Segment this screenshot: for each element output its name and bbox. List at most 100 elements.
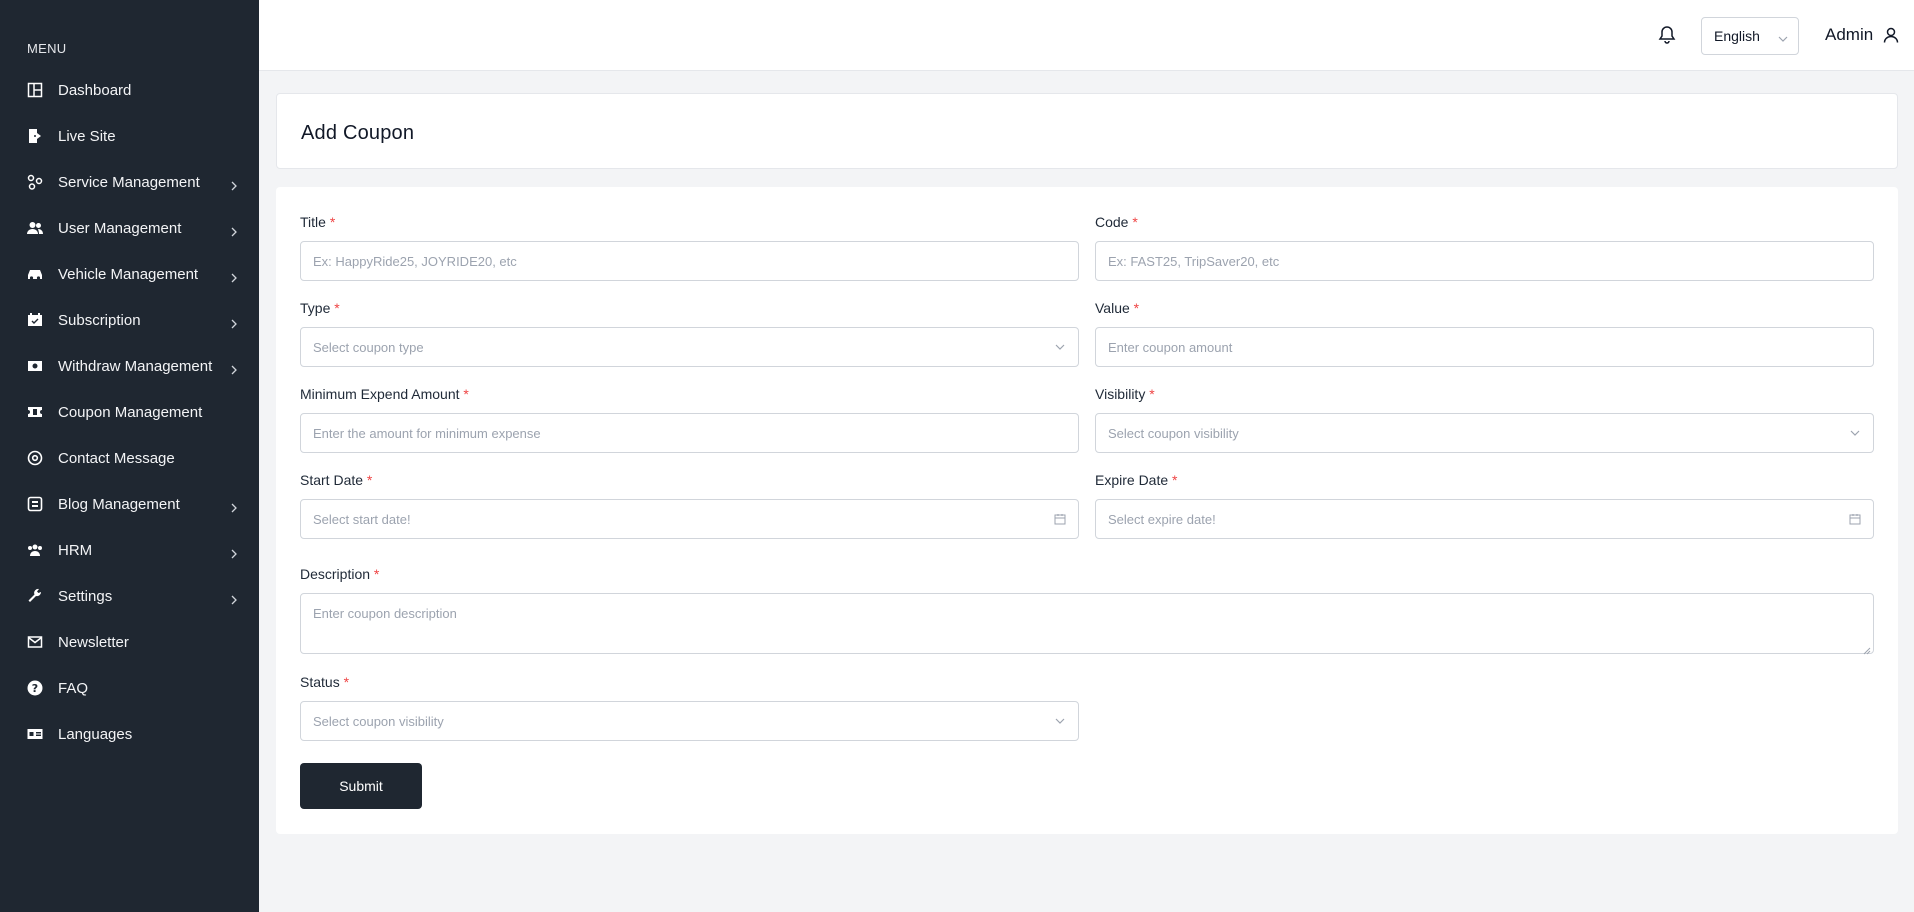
- chevron-right-icon: [229, 500, 239, 513]
- value-label: Value *: [1095, 300, 1140, 316]
- sidebar-item-coupon-management[interactable]: Coupon Management: [0, 389, 259, 435]
- sidebar-item-languages[interactable]: Languages: [0, 711, 259, 757]
- value-field: Value * Enter coupon amount: [1095, 300, 1874, 367]
- blog-icon: [27, 496, 43, 512]
- sidebar-item-label: Languages: [58, 725, 133, 743]
- expire-date-label: Expire Date *: [1095, 472, 1178, 488]
- sidebar-item-hrm[interactable]: HRM: [0, 527, 259, 573]
- sidebar-item-label: Vehicle Management: [58, 265, 199, 283]
- type-field: Type * Select coupon type: [300, 300, 1079, 367]
- user-icon[interactable]: [1883, 27, 1899, 43]
- code-label: Code *: [1095, 214, 1138, 230]
- expire-date-input[interactable]: Select expire date!: [1095, 499, 1874, 539]
- sidebar-item-faq[interactable]: ? FAQ: [0, 665, 259, 711]
- sidebar-item-service-management[interactable]: Service Management: [0, 159, 259, 205]
- sidebar-item-label: Settings: [58, 587, 113, 605]
- sidebar-item-withdraw-management[interactable]: Withdraw Management: [0, 343, 259, 389]
- chevron-down-icon: [1778, 31, 1788, 42]
- type-select[interactable]: Select coupon type: [300, 327, 1079, 367]
- description-field: Description * Enter coupon description: [300, 566, 1874, 655]
- external-door-icon: [27, 128, 43, 144]
- chevron-down-icon: [1849, 427, 1861, 439]
- calendar-icon[interactable]: [1054, 513, 1066, 525]
- sidebar-item-live-site[interactable]: Live Site: [0, 113, 259, 159]
- sidebar: MENU Dashboard Live Site Service Managem…: [0, 0, 259, 912]
- sidebar-item-label: User Management: [58, 219, 182, 237]
- description-label: Description *: [300, 566, 380, 582]
- bell-icon[interactable]: [1658, 25, 1676, 45]
- sidebar-item-user-management[interactable]: User Management: [0, 205, 259, 251]
- chevron-right-icon: [229, 592, 239, 605]
- chevron-right-icon: [229, 178, 239, 191]
- chevron-right-icon: [229, 546, 239, 559]
- sidebar-item-newsletter[interactable]: Newsletter: [0, 619, 259, 665]
- chevron-right-icon: [229, 224, 239, 237]
- language-icon: [27, 726, 43, 742]
- start-date-field: Start Date * Select start date!: [300, 472, 1079, 539]
- mail-icon: [27, 634, 43, 650]
- user-name[interactable]: Admin: [1825, 25, 1873, 45]
- sidebar-item-label: HRM: [58, 541, 93, 559]
- submit-button[interactable]: Submit: [300, 763, 422, 809]
- start-date-input[interactable]: Select start date!: [300, 499, 1079, 539]
- minimum-expend-input[interactable]: Enter the amount for minimum expense: [300, 413, 1079, 453]
- sidebar-item-label: Withdraw Management: [58, 357, 213, 375]
- code-field: Code * Ex: FAST25, TripSaver20, etc: [1095, 214, 1874, 281]
- chevron-down-icon: [1054, 341, 1066, 353]
- car-icon: [27, 266, 43, 282]
- sidebar-item-subscription[interactable]: Subscription: [0, 297, 259, 343]
- sidebar-item-contact-message[interactable]: Contact Message: [0, 435, 259, 481]
- chevron-down-icon: [1054, 715, 1066, 727]
- sidebar-item-label: Newsletter: [58, 633, 129, 651]
- sidebar-item-label: Subscription: [58, 311, 141, 329]
- sidebar-item-blog-management[interactable]: Blog Management: [0, 481, 259, 527]
- type-label: Type *: [300, 300, 340, 316]
- title-label: Title *: [300, 214, 336, 230]
- sidebar-item-label: Service Management: [58, 173, 200, 191]
- visibility-select[interactable]: Select coupon visibility: [1095, 413, 1874, 453]
- sidebar-item-vehicle-management[interactable]: Vehicle Management: [0, 251, 259, 297]
- menu-heading: MENU: [27, 41, 67, 56]
- svg-text:?: ?: [32, 682, 38, 695]
- money-icon: [27, 358, 43, 374]
- code-input[interactable]: Ex: FAST25, TripSaver20, etc: [1095, 241, 1874, 281]
- page-title: Add Coupon: [301, 122, 415, 144]
- add-coupon-form: Title * Ex: HappyRide25, JOYRIDE20, etc …: [276, 187, 1898, 834]
- ticket-icon: [27, 404, 43, 420]
- status-label: Status *: [300, 674, 350, 690]
- calendar-icon[interactable]: [1849, 513, 1861, 525]
- sidebar-item-dashboard[interactable]: Dashboard: [0, 67, 259, 113]
- wrench-icon: [27, 588, 43, 604]
- page-title-card: Add Coupon: [276, 93, 1898, 169]
- visibility-field: Visibility * Select coupon visibility: [1095, 386, 1874, 453]
- sidebar-nav: Dashboard Live Site Service Management U…: [0, 67, 259, 757]
- description-textarea[interactable]: Enter coupon description: [300, 593, 1874, 655]
- start-date-label: Start Date *: [300, 472, 373, 488]
- sidebar-item-label: Dashboard: [58, 81, 132, 99]
- users-icon: [27, 220, 43, 236]
- sidebar-item-label: FAQ: [58, 679, 89, 697]
- expire-date-field: Expire Date * Select expire date!: [1095, 472, 1874, 539]
- resize-handle-icon[interactable]: [1863, 643, 1871, 655]
- visibility-label: Visibility *: [1095, 386, 1155, 402]
- team-icon: [27, 542, 43, 558]
- status-field: Status * Select coupon visibility: [300, 674, 1079, 741]
- value-input[interactable]: Enter coupon amount: [1095, 327, 1874, 367]
- sidebar-item-settings[interactable]: Settings: [0, 573, 259, 619]
- question-icon: ?: [27, 680, 43, 696]
- sidebar-item-label: Coupon Management: [58, 403, 203, 421]
- at-icon: [27, 450, 43, 466]
- sidebar-item-label: Contact Message: [58, 449, 175, 467]
- dashboard-icon: [27, 82, 43, 98]
- status-select[interactable]: Select coupon visibility: [300, 701, 1079, 741]
- sidebar-item-label: Live Site: [58, 127, 116, 145]
- language-select-value: English: [1714, 28, 1760, 44]
- minimum-expend-field: Minimum Expend Amount * Enter the amount…: [300, 386, 1079, 453]
- services-icon: [27, 174, 43, 190]
- calendar-icon: [27, 312, 43, 328]
- sidebar-item-label: Blog Management: [58, 495, 180, 513]
- chevron-right-icon: [229, 316, 239, 329]
- title-field: Title * Ex: HappyRide25, JOYRIDE20, etc: [300, 214, 1079, 281]
- title-input[interactable]: Ex: HappyRide25, JOYRIDE20, etc: [300, 241, 1079, 281]
- language-select[interactable]: English: [1701, 17, 1799, 55]
